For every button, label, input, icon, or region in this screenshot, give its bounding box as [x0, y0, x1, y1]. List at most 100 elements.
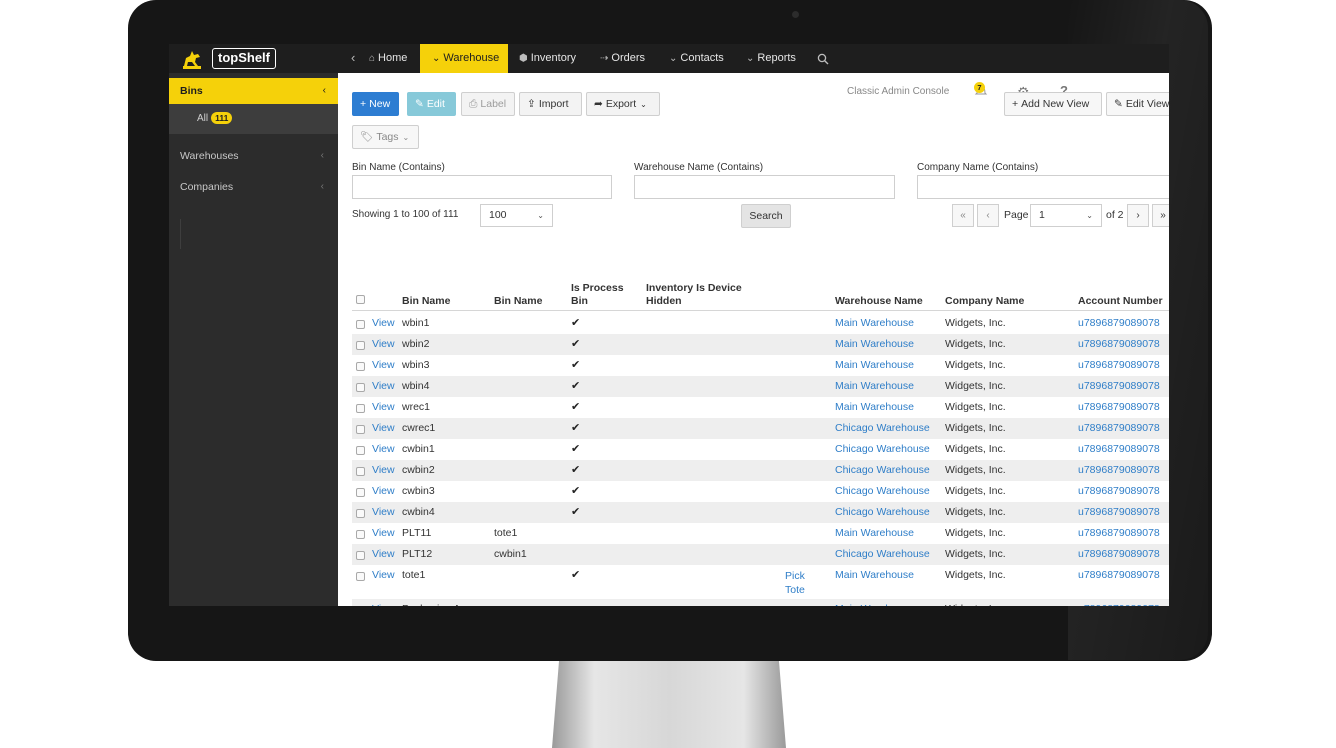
table-row[interactable]: View PLT12 cwbin1 Chicago Warehouse Widgets,…	[352, 544, 1169, 565]
nav-home[interactable]: ⌂ Home	[365, 44, 411, 73]
search-icon[interactable]	[813, 44, 833, 73]
view-link[interactable]: View	[372, 485, 395, 498]
import-button[interactable]: ⇪ Import	[519, 92, 582, 116]
view-link[interactable]: View	[372, 569, 395, 582]
warehouse-link[interactable]: Main Warehouse	[835, 401, 914, 414]
nav-reports[interactable]: ⌄ Reports	[742, 44, 800, 73]
account-number-link[interactable]: u7896879089078	[1078, 443, 1160, 456]
account-number-link[interactable]: u7896879089078	[1078, 422, 1160, 435]
search-button[interactable]: Search	[741, 204, 791, 228]
warehouse-link[interactable]: Main Warehouse	[835, 527, 914, 540]
column-header-bin-name-2[interactable]: Bin Name	[494, 295, 542, 308]
account-number-link[interactable]: u7896879089078	[1078, 359, 1160, 372]
column-header-warehouse-name[interactable]: Warehouse Name	[835, 295, 923, 308]
view-link[interactable]: View	[372, 380, 395, 393]
warehouse-link[interactable]: Chicago Warehouse	[835, 422, 930, 435]
column-header-inventory-hidden[interactable]: Inventory Is Device Hidden	[646, 282, 756, 308]
view-link[interactable]: View	[372, 359, 395, 372]
row-checkbox[interactable]	[356, 341, 365, 350]
view-link[interactable]: View	[372, 464, 395, 477]
tags-button[interactable]: 🏷 Tags ⌄	[352, 125, 419, 149]
account-number-link[interactable]: u7896879089078	[1078, 317, 1160, 330]
account-number-link[interactable]: u7896879089078	[1078, 464, 1160, 477]
table-row[interactable]: View wbin4 ✔ Main Warehouse Widgets, Inc. u78…	[352, 376, 1169, 397]
row-checkbox[interactable]	[356, 467, 365, 476]
edit-view-button[interactable]: ✎ Edit View	[1106, 92, 1169, 116]
warehouse-link[interactable]: Chicago Warehouse	[835, 443, 930, 456]
label-button[interactable]: ⎙ Label	[461, 92, 515, 116]
column-header-bin-name[interactable]: Bin Name	[402, 295, 450, 308]
warehouse-link[interactable]: Main Warehouse	[835, 317, 914, 330]
row-checkbox[interactable]	[356, 530, 365, 539]
sidebar-item-warehouses[interactable]: Warehouses ‹	[169, 146, 338, 166]
logo[interactable]: topShelf	[177, 46, 277, 71]
page-size-select[interactable]: 100 ⌄	[480, 204, 553, 227]
row-checkbox[interactable]	[356, 551, 365, 560]
warehouse-link[interactable]: Chicago Warehouse	[835, 506, 930, 519]
warehouse-link[interactable]: Chicago Warehouse	[835, 548, 930, 561]
account-number-link[interactable]: u7896879089078	[1078, 485, 1160, 498]
account-number-link[interactable]: u7896879089078	[1078, 603, 1160, 606]
edit-button[interactable]: ✎ Edit	[407, 92, 456, 116]
add-new-view-button[interactable]: + Add New View	[1004, 92, 1102, 116]
account-number-link[interactable]: u7896879089078	[1078, 401, 1160, 414]
table-row[interactable]: View wrec1 ✔ Main Warehouse Widgets, Inc. u78…	[352, 397, 1169, 418]
row-checkbox[interactable]	[356, 383, 365, 392]
table-row[interactable]: View tote1 ✔ Pick Tote Main Warehouse Widgets…	[352, 565, 1169, 599]
account-number-link[interactable]: u7896879089078	[1078, 506, 1160, 519]
view-link[interactable]: View	[372, 317, 395, 330]
account-number-link[interactable]: u7896879089078	[1078, 338, 1160, 351]
table-row[interactable]: View PLT11 tote1 Main Warehouse Widgets, Inc…	[352, 523, 1169, 544]
view-link[interactable]: View	[372, 443, 395, 456]
sidebar-item-companies[interactable]: Companies ‹	[169, 177, 338, 197]
row-checkbox[interactable]	[356, 488, 365, 497]
sidebar-item-all[interactable]: All 111	[169, 104, 338, 134]
view-link[interactable]: View	[372, 338, 395, 351]
view-link[interactable]: View	[372, 548, 395, 561]
nav-warehouse[interactable]: ⌄ Warehouse	[420, 44, 508, 73]
select-all-checkbox[interactable]	[356, 295, 365, 304]
column-header-is-process-bin[interactable]: Is Process Bin	[571, 282, 629, 308]
table-row[interactable]: View Packaging Area Main Warehouse Widgets,…	[352, 599, 1169, 606]
row-checkbox[interactable]	[356, 404, 365, 413]
table-row[interactable]: View wbin3 ✔ Main Warehouse Widgets, Inc. u78…	[352, 355, 1169, 376]
warehouse-link[interactable]: Main Warehouse	[835, 380, 914, 393]
warehouse-link[interactable]: Main Warehouse	[835, 603, 914, 606]
warehouse-link[interactable]: Main Warehouse	[835, 569, 914, 582]
account-number-link[interactable]: u7896879089078	[1078, 380, 1160, 393]
first-page-button[interactable]: «	[952, 204, 974, 227]
table-row[interactable]: View cwbin3 ✔ Chicago Warehouse Widgets, Inc…	[352, 481, 1169, 502]
pick-tote-link[interactable]: Pick Tote	[785, 569, 811, 597]
row-checkbox[interactable]	[356, 362, 365, 371]
new-button[interactable]: + New	[352, 92, 399, 116]
view-link[interactable]: View	[372, 527, 395, 540]
warehouse-link[interactable]: Main Warehouse	[835, 359, 914, 372]
account-number-link[interactable]: u7896879089078	[1078, 569, 1160, 582]
column-header-account-number[interactable]: Account Number	[1078, 295, 1163, 308]
prev-page-button[interactable]: ‹	[977, 204, 999, 227]
warehouse-name-filter-input[interactable]	[634, 175, 895, 199]
row-checkbox[interactable]	[356, 425, 365, 434]
row-checkbox[interactable]	[356, 446, 365, 455]
row-checkbox[interactable]	[356, 572, 365, 581]
next-page-button[interactable]: ›	[1127, 204, 1149, 227]
chevron-left-icon[interactable]: ‹	[351, 50, 355, 65]
warehouse-link[interactable]: Chicago Warehouse	[835, 485, 930, 498]
table-row[interactable]: View cwbin4 ✔ Chicago Warehouse Widgets, Inc…	[352, 502, 1169, 523]
row-checkbox[interactable]	[356, 509, 365, 518]
bell-icon[interactable]: 7	[974, 82, 988, 96]
account-number-link[interactable]: u7896879089078	[1078, 548, 1160, 561]
last-page-button[interactable]: »	[1152, 204, 1169, 227]
nav-contacts[interactable]: ⌄ Contacts	[665, 44, 728, 73]
bin-name-filter-input[interactable]	[352, 175, 612, 199]
warehouse-link[interactable]: Chicago Warehouse	[835, 464, 930, 477]
table-row[interactable]: View wbin1 ✔ Main Warehouse Widgets, Inc. u78…	[352, 313, 1169, 334]
view-link[interactable]: View	[372, 422, 395, 435]
column-header-company-name[interactable]: Company Name	[945, 295, 1024, 308]
row-checkbox[interactable]	[356, 320, 365, 329]
nav-inventory[interactable]: ⬢ Inventory	[515, 44, 580, 73]
classic-admin-console-link[interactable]: Classic Admin Console	[847, 86, 949, 97]
view-link[interactable]: View	[372, 603, 395, 606]
nav-orders[interactable]: ⇢ Orders	[596, 44, 649, 73]
page-select[interactable]: 1 ⌄	[1030, 204, 1102, 227]
